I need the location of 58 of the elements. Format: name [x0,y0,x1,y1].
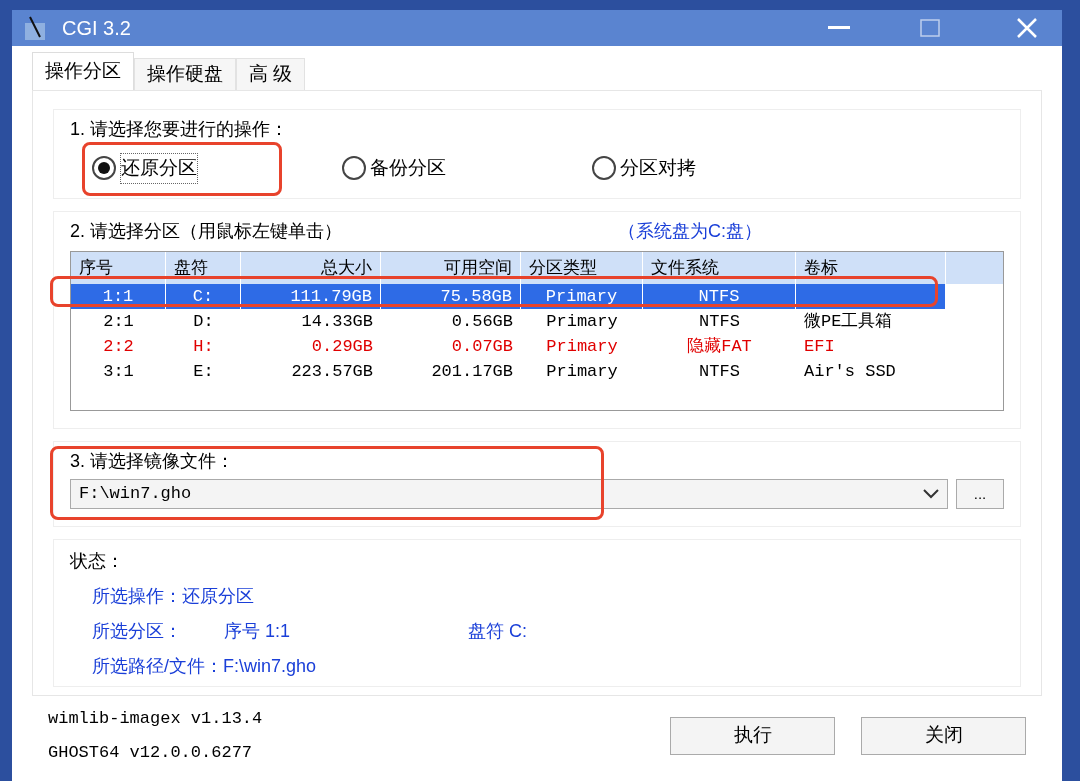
tab[interactable]: 操作硬盘 [134,58,236,90]
table-cell-text: EFI [803,336,836,358]
version-text: wimlib-imagex v1.13.4 [48,708,263,730]
section-heading: 3. 请选择镜像文件： [70,451,234,471]
table-cell: Primary [521,284,643,309]
minimize-icon[interactable] [828,26,850,30]
table-cell-text: 2:2 [102,336,135,358]
close-icon[interactable] [1016,17,1038,39]
radio-option[interactable]: 备份分区 [342,153,592,184]
app-icon [24,15,46,41]
section-heading: 2. 请选择分区（用鼠标左键单击） [70,220,343,243]
browse-button[interactable]: ... [956,479,1004,509]
status-text: 所选分区： [92,620,183,643]
table-cell: 75.58GB [381,284,521,309]
table-cell-text: 隐藏FAT [686,336,753,358]
table-cell-text: NTFS [698,311,741,333]
table-cell-text: 14.33GB [300,311,374,333]
table-cell-text: 0.07GB [450,336,514,358]
table-cell: 111.79GB [241,284,381,309]
status-text: 所选操作：还原分区 [92,585,254,608]
table-cell-text: 0.29GB [310,336,374,358]
table-cell-text: 微PE工具箱 [803,311,894,333]
image-file-dropdown[interactable]: F:\win7.gho [70,479,948,509]
status-text: 所选路径/文件：F:\win7.gho [92,655,317,678]
radio-option[interactable]: 分区对拷 [592,153,842,184]
table-cell-text: Primary [545,336,619,358]
table-cell-text: 201.17GB [430,361,514,383]
status-text: 序号 1:1 [224,620,292,643]
table-cell-text: Air's SSD [803,361,897,383]
table-cell-text: NTFS [698,361,741,383]
window-title: CGI 3.2 [62,16,131,41]
action-button[interactable]: 关闭 [861,716,1026,755]
table-cell-text: 223.57GB [290,361,374,383]
table-row[interactable]: 2:1 D: 14.33GB 0.56GB Primary NTFS 微PE工具箱 [71,309,946,334]
system-disk-note: （系统盘为C:盘） [618,220,762,243]
chevron-down-icon [923,489,939,499]
table-cell-text: 0.56GB [450,311,514,333]
table-cell: 1:1 [71,284,166,309]
table-cell-text: Primary [545,361,619,383]
table-cell-text: H: [192,336,215,358]
table-row[interactable]: 2:2 H: 0.29GB 0.07GB Primary 隐藏FAT EFI [71,334,946,359]
version-text: GHOST64 v12.0.0.6277 [48,741,254,764]
section-heading: 1. 请选择您要进行的操作： [70,119,288,139]
table-cell-text: 3:1 [102,361,135,383]
status-text: 盘符 C: [468,620,527,643]
status-heading: 状态： [70,550,125,573]
table-cell-text: 2:1 [102,311,135,333]
tab[interactable]: 操作分区 [32,52,134,90]
table-cell-text: Primary [545,311,619,333]
table-cell: C: [166,284,241,309]
radio-option[interactable]: 还原分区 [92,153,342,184]
maximize-icon[interactable] [920,19,940,37]
action-button[interactable]: 执行 [670,716,835,755]
table-cell: NTFS [643,284,796,309]
tab[interactable]: 高 级 [236,58,306,90]
table-cell-text: D: [192,311,215,333]
table-cell-text: E: [192,361,215,383]
table-row[interactable]: 3:1 E: 223.57GB 201.17GB Primary NTFS Air's SSD [71,359,946,384]
